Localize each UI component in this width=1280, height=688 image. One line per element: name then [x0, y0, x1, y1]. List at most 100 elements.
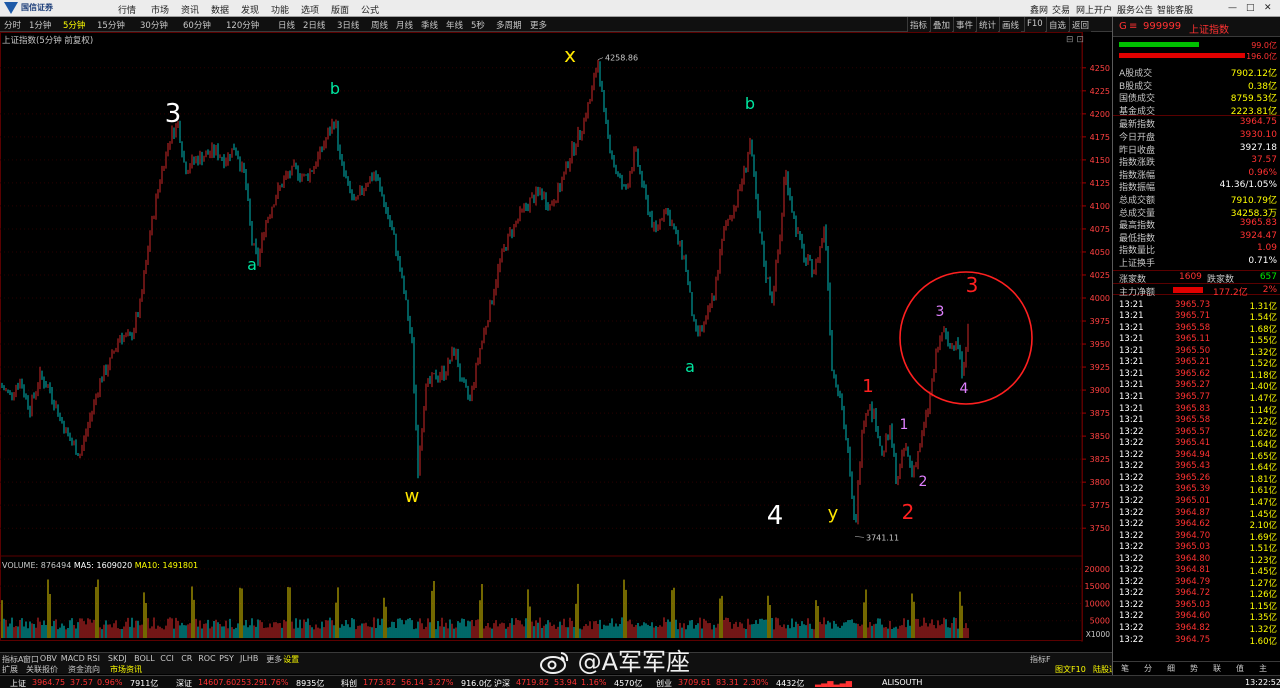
- indicator-tab-5[interactable]: SKDJ: [108, 654, 127, 663]
- tick-price: 3965.58: [1175, 415, 1211, 426]
- tick-time: 13:21: [1119, 380, 1144, 391]
- tick-time: 13:22: [1119, 542, 1144, 553]
- minimize-icon[interactable]: —: [1228, 3, 1237, 13]
- close-icon[interactable]: ✕: [1264, 3, 1272, 13]
- panel-footer-tab-3[interactable]: 势: [1190, 663, 1198, 674]
- period-tab-12[interactable]: 季线: [421, 19, 438, 31]
- tick-price: 3965.01: [1175, 495, 1211, 506]
- decline-value: 657: [1259, 271, 1277, 282]
- menu-functions[interactable]: 功能: [271, 3, 289, 16]
- price-tick-label: 3975: [1090, 317, 1110, 326]
- status-index-pct: 3.27%: [428, 678, 454, 687]
- period-tab-5[interactable]: 60分钟: [183, 19, 211, 31]
- period-tab-15[interactable]: 多周期: [496, 19, 522, 31]
- period-tab-1[interactable]: 1分钟: [29, 19, 51, 31]
- menu-announcement[interactable]: 服务公告: [1117, 3, 1153, 16]
- panel-footer-tab-2[interactable]: 细: [1167, 663, 1175, 674]
- panel-footer-tab-6[interactable]: 主: [1259, 663, 1267, 674]
- indicator-tab-7[interactable]: CCI: [160, 654, 174, 663]
- tick-price: 3965.77: [1175, 392, 1211, 402]
- period-tab-10[interactable]: 周线: [371, 19, 388, 31]
- period-tab-4[interactable]: 30分钟: [140, 19, 168, 31]
- period-tab-6[interactable]: 120分钟: [226, 19, 259, 31]
- indicator-tab-2[interactable]: OBV: [40, 654, 57, 663]
- menu-quotes[interactable]: 行情: [118, 3, 136, 16]
- extension-tab-1[interactable]: 关联报价: [26, 664, 58, 675]
- menu-trade[interactable]: 交易: [1052, 3, 1070, 16]
- menu-options[interactable]: 选项: [301, 3, 319, 16]
- panel-footer-tab-0[interactable]: 笔: [1121, 663, 1129, 674]
- wave-label: 4: [767, 501, 784, 531]
- menu-market[interactable]: 市场: [151, 3, 169, 16]
- indicator-tab-8[interactable]: CR: [181, 654, 192, 663]
- chart-settings-icon[interactable]: ⊟ ⊡: [1066, 35, 1084, 45]
- extension-tab-0[interactable]: 扩展: [2, 664, 18, 675]
- toolbar-btn-4[interactable]: 画线: [999, 17, 1022, 32]
- menu-layout[interactable]: 版面: [331, 3, 349, 16]
- period-tab-14[interactable]: 5秒: [471, 19, 485, 31]
- period-tab-11[interactable]: 月线: [396, 19, 413, 31]
- indicator-tab-6[interactable]: BOLL: [134, 654, 155, 663]
- period-tab-2[interactable]: 5分钟: [63, 19, 85, 31]
- menu-data[interactable]: 数据: [211, 3, 229, 16]
- toolbar-btn-2[interactable]: 事件: [953, 17, 976, 32]
- panel-footer-tab-4[interactable]: 联: [1213, 663, 1221, 674]
- volume-ma5: MA5: 1609020: [73, 561, 133, 570]
- extension-tab-2[interactable]: 资金流向: [68, 664, 100, 675]
- indicator-tab-11[interactable]: JLHB: [240, 654, 258, 663]
- tick-price: 3965.03: [1175, 542, 1211, 553]
- period-tab-8[interactable]: 2日线: [303, 19, 325, 31]
- tick-time: 13:22: [1119, 611, 1144, 622]
- panel-eq-icon: ≡: [1129, 21, 1138, 32]
- period-tab-3[interactable]: 15分钟: [97, 19, 125, 31]
- menu-service[interactable]: 智能客服: [1157, 3, 1193, 16]
- menu-formula[interactable]: 公式: [361, 3, 379, 16]
- tick-row: 13:21 3965.21 1.52亿: [1113, 356, 1280, 369]
- maximize-icon[interactable]: □: [1246, 3, 1255, 13]
- toolbar-btn-5[interactable]: F10: [1024, 17, 1045, 32]
- tick-row: 13:22 3965.01 1.47亿: [1113, 495, 1280, 508]
- tick-price: 3965.73: [1175, 299, 1211, 310]
- menu-xinwang[interactable]: 鑫网: [1030, 3, 1048, 16]
- panel-footer-tab-5[interactable]: 值: [1236, 663, 1244, 674]
- period-tab-0[interactable]: 分时: [4, 19, 21, 31]
- volume-ma10: MA10: 1491801: [134, 561, 199, 570]
- toolbar-btn-7[interactable]: 返回: [1069, 17, 1092, 32]
- signal-icon: ▂▃▅▂▃▅: [815, 678, 852, 687]
- tick-price: 3965.58: [1175, 322, 1211, 333]
- tick-time: 13:21: [1119, 403, 1144, 414]
- menu-discover[interactable]: 发现: [241, 3, 259, 16]
- indicator-tab-4[interactable]: RSI: [87, 654, 100, 663]
- tick-row: 13:22 3964.62 2.10亿: [1113, 518, 1280, 531]
- kline-chart[interactable]: 4250 4225 4200 4175 4150 4125 4100 4075 4050 4025…: [0, 32, 1112, 642]
- toolbar-btn-3[interactable]: 统计: [976, 17, 999, 32]
- tick-time: 13:22: [1119, 438, 1144, 449]
- toolbar-btn-0[interactable]: 指标: [907, 17, 930, 32]
- period-tab-9[interactable]: 3日线: [337, 19, 359, 31]
- indicator-tab-3[interactable]: MACD: [61, 654, 85, 663]
- extension-tab-3[interactable]: 市场资讯: [110, 664, 142, 675]
- price-tick-label: 3800: [1090, 478, 1110, 487]
- main-flow-row: 主力净额 177.2亿 2%: [1113, 282, 1280, 298]
- status-index-label: 沪深: [494, 679, 510, 688]
- wave-label: b: [745, 94, 755, 113]
- f10-tab[interactable]: 图文F10: [1055, 664, 1086, 675]
- toolbar-btn-6[interactable]: 自选: [1046, 17, 1069, 32]
- panel-footer-tab-1[interactable]: 分: [1144, 663, 1152, 674]
- toolbar-btn-1[interactable]: 叠加: [930, 17, 953, 32]
- status-index-change: 253.29: [236, 678, 264, 687]
- status-index-value: 3709.61: [678, 678, 712, 687]
- panel-stat-row: 最新指数 3964.75: [1113, 116, 1280, 130]
- indicator-tab-9[interactable]: ROC: [198, 654, 215, 663]
- tick-row: 13:22 3965.43 1.64亿: [1113, 460, 1280, 473]
- period-tab-7[interactable]: 日线: [278, 19, 295, 31]
- wave-label: 3: [165, 99, 182, 129]
- menu-open-account[interactable]: 网上开户: [1076, 3, 1112, 16]
- status-index-pct: 2.30%: [743, 678, 769, 687]
- period-tab-16[interactable]: 更多: [530, 19, 547, 31]
- panel-stat-row: 最低指数 3924.47: [1113, 230, 1280, 244]
- tick-price: 3965.43: [1175, 461, 1211, 472]
- menu-news[interactable]: 资讯: [181, 3, 199, 16]
- period-tab-13[interactable]: 年线: [446, 19, 463, 31]
- indicator-tab-10[interactable]: PSY: [219, 654, 234, 663]
